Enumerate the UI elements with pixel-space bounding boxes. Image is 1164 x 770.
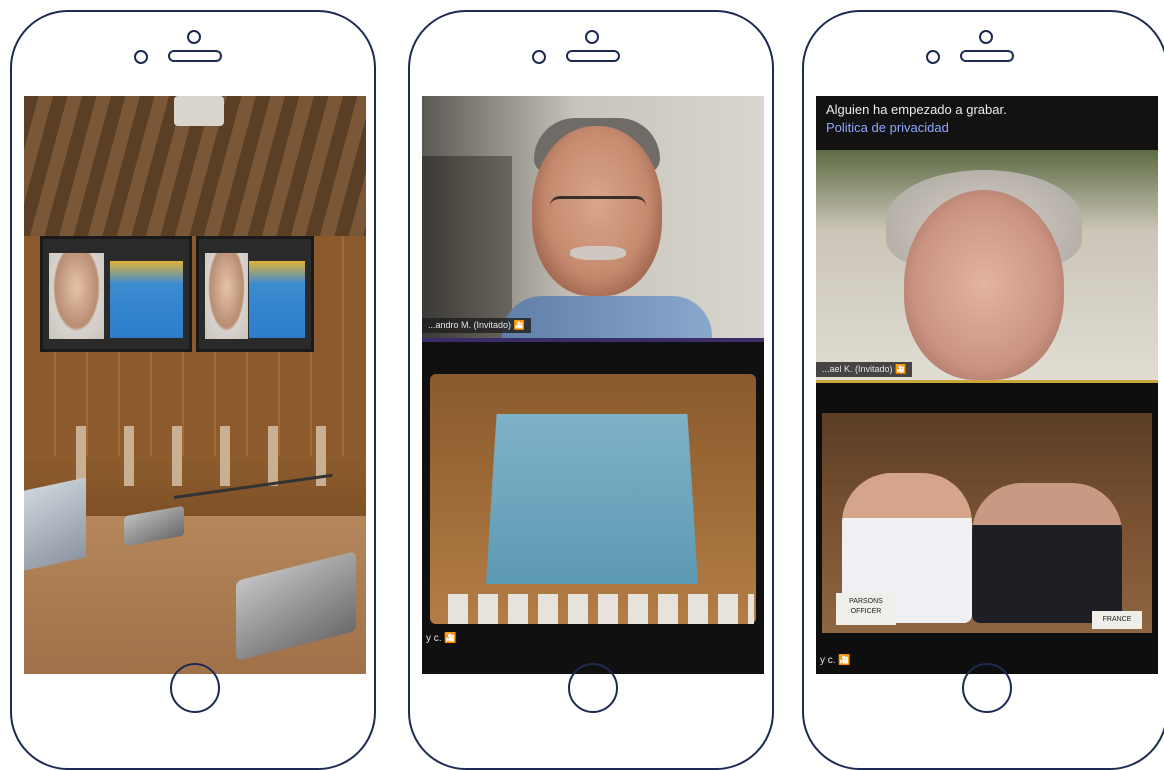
documents-row: [448, 594, 754, 624]
front-camera-icon: [134, 50, 148, 64]
speaker-grille-icon: [566, 50, 620, 62]
home-button[interactable]: [568, 663, 618, 713]
home-button[interactable]: [962, 663, 1012, 713]
speaker-video-tile[interactable]: [816, 150, 1158, 380]
virtual-background: [110, 261, 183, 338]
phone-frame-1: [10, 10, 376, 770]
speaker-name-tag: ...ael K. (Invitado) 🎦: [816, 362, 913, 377]
window: [422, 156, 512, 338]
phone-screen-2: ...andro M. (Invitado) 🎦 y c. 🎦: [422, 96, 764, 674]
phone-screen-1: [24, 96, 366, 674]
recording-notice: Alguien ha empezado a grabar.: [826, 102, 1007, 117]
phone-screen-3: Alguien ha empezado a grabar. Politica d…: [816, 96, 1158, 674]
phone-frame-3: Alguien ha empezado a grabar. Politica d…: [802, 10, 1164, 770]
table-center: [486, 414, 698, 584]
speaker-name-tag: ...andro M. (Invitado) 🎦: [422, 318, 531, 333]
shirt: [502, 296, 712, 338]
conference-table: [430, 374, 756, 624]
gallery-caption: y c. 🎦: [820, 655, 851, 666]
remote-participant-face: [49, 253, 105, 339]
nameplate-left: PARSONS OFFICER: [836, 593, 896, 625]
panel-scene: PARSONS OFFICER FRANCE: [822, 413, 1152, 633]
panel-video-tile[interactable]: PARSONS OFFICER FRANCE y c. 🎦: [816, 383, 1158, 674]
glasses: [550, 196, 646, 219]
front-camera-icon: [926, 50, 940, 64]
phone-frame-2: ...andro M. (Invitado) 🎦 y c. 🎦: [408, 10, 774, 770]
panelist-right: [972, 483, 1122, 623]
home-button[interactable]: [170, 663, 220, 713]
nameplate-right: FRANCE: [1092, 611, 1142, 629]
laptop: [24, 477, 86, 571]
room-video-tile[interactable]: y c. 🎦: [422, 342, 764, 674]
screen-display-left: [40, 236, 192, 352]
privacy-policy-link[interactable]: Politica de privacidad: [826, 120, 949, 135]
speaker-grille-icon: [960, 50, 1014, 62]
conference-room-photo: [24, 96, 366, 674]
front-camera-icon: [532, 50, 546, 64]
recording-banner: Alguien ha empezado a grabar. Politica d…: [816, 96, 1158, 150]
speaker-grille-icon: [168, 50, 222, 62]
ceiling-projector: [174, 96, 224, 126]
remote-participant-face: [205, 253, 248, 339]
moustache: [570, 246, 626, 260]
speaker-face: [904, 190, 1064, 380]
virtual-background: [249, 261, 305, 338]
speaker-video-tile[interactable]: ...andro M. (Invitado) 🎦: [422, 96, 764, 338]
gallery-caption: y c. 🎦: [426, 633, 457, 644]
screen-display-right: [196, 236, 314, 352]
sensor-icon: [187, 30, 201, 44]
sensor-icon: [979, 30, 993, 44]
sensor-icon: [585, 30, 599, 44]
